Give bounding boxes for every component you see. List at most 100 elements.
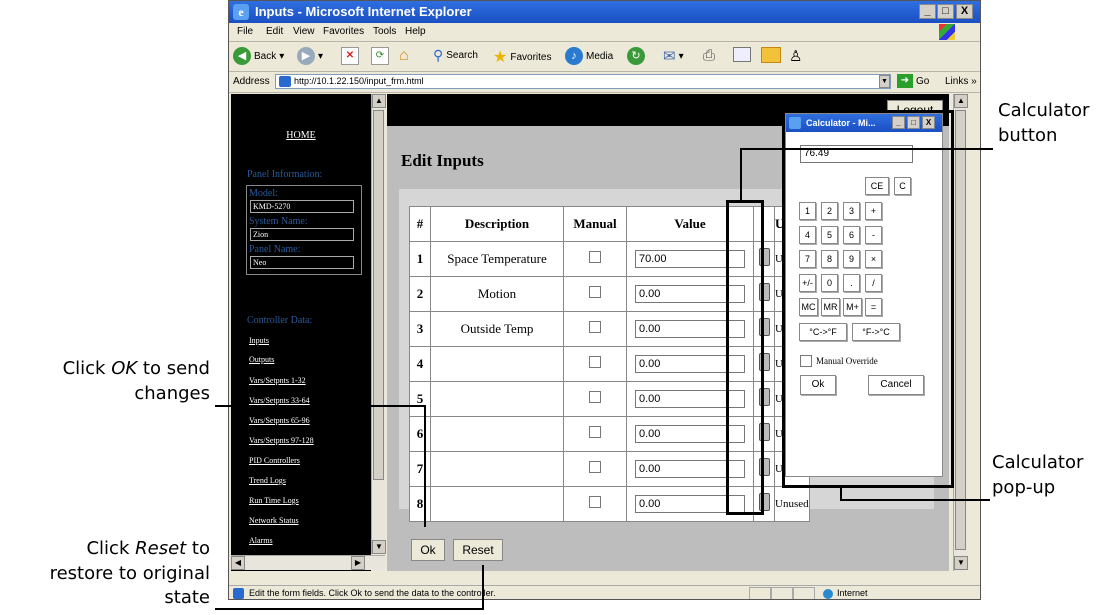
sidebar-hscrollbar[interactable]: ◀ ▶ xyxy=(231,555,385,570)
scroll-left-button[interactable]: ◀ xyxy=(231,556,245,570)
calc-button-caption-line2: button xyxy=(998,125,1058,146)
panel-name-label: Panel Name: xyxy=(249,244,301,255)
status-pane xyxy=(793,587,815,599)
address-label: Address xyxy=(233,76,270,87)
go-button[interactable]: ➜ Go xyxy=(897,74,929,88)
row-number: 4 xyxy=(409,346,431,382)
reset-callout-line xyxy=(482,565,484,610)
scroll-down-button[interactable]: ▼ xyxy=(372,540,386,554)
go-label: Go xyxy=(916,75,930,87)
col-description: Description xyxy=(430,206,564,242)
manual-checkbox[interactable] xyxy=(589,496,601,508)
sidebar-link-network-status[interactable]: Network Status xyxy=(249,516,299,525)
row-description: Space Temperature xyxy=(430,241,564,277)
favorites-label: Favorites xyxy=(510,51,552,63)
print-button[interactable]: ⎙ xyxy=(703,47,715,64)
calc-popup-caption-line2: pop-up xyxy=(992,477,1056,498)
sidebar-scrollbar[interactable]: ▲ ▼ xyxy=(371,94,386,554)
manual-checkbox[interactable] xyxy=(589,251,601,263)
row-description: Outside Temp xyxy=(430,311,564,347)
search-button[interactable]: ⚲ Search xyxy=(433,47,478,64)
row-number: 3 xyxy=(409,311,431,347)
home-link[interactable]: HOME xyxy=(231,130,371,141)
sidebar-link-trend-logs[interactable]: Trend Logs xyxy=(249,476,286,485)
sidebar-link-vars-65-96[interactable]: Vars/Setpnts 65-96 xyxy=(249,416,310,425)
menu-bar: File Edit View Favorites Tools Help xyxy=(229,23,980,42)
home-icon: ⌂ xyxy=(399,47,409,64)
model-value: KMD-5270 xyxy=(250,200,354,213)
ok-caption-line1: Click OK to send xyxy=(62,358,210,379)
menu-help[interactable]: Help xyxy=(405,26,426,37)
calculator-button-highlight xyxy=(726,200,764,515)
address-url: http://10.1.22.150/input_frm.html xyxy=(294,76,424,86)
address-input[interactable]: http://10.1.22.150/input_frm.html xyxy=(275,74,891,89)
title-bar: e Inputs - Microsoft Internet Explorer _… xyxy=(229,1,980,23)
manual-checkbox[interactable] xyxy=(589,391,601,403)
status-bar: Edit the form fields. Click Ok to send t… xyxy=(229,585,980,599)
forward-button[interactable]: ▶ ▾ xyxy=(297,47,323,65)
row-description xyxy=(430,451,564,487)
home-button[interactable]: ⌂ xyxy=(399,47,409,65)
folder-icon xyxy=(761,47,781,63)
reset-button[interactable]: Reset xyxy=(453,539,503,561)
scroll-up-button[interactable]: ▲ xyxy=(372,94,386,108)
manual-checkbox[interactable] xyxy=(589,426,601,438)
scroll-right-button[interactable]: ▶ xyxy=(351,556,365,570)
toolbar: ◀ Back ▾ ▶ ▾ ✕ ⟳ ⌂ ⚲ Search ★ Favorites ♪ … xyxy=(229,41,980,72)
manual-checkbox[interactable] xyxy=(589,321,601,333)
links-button[interactable]: Links » xyxy=(945,76,977,87)
edit-page-button[interactable] xyxy=(733,47,751,62)
media-button[interactable]: ♪ Media xyxy=(565,47,613,65)
refresh-button[interactable]: ⟳ xyxy=(371,47,389,65)
print-icon: ⎙ xyxy=(703,47,716,64)
history-button[interactable]: ↻ xyxy=(627,47,645,65)
ok-button[interactable]: Ok xyxy=(411,539,445,561)
menu-view[interactable]: View xyxy=(293,26,315,37)
menu-edit[interactable]: Edit xyxy=(266,26,283,37)
row-number: 1 xyxy=(409,241,431,277)
close-button[interactable]: X xyxy=(956,4,973,19)
address-dropdown[interactable]: ▼ xyxy=(879,75,890,88)
panel-info-box: Model: KMD-5270 System Name: Zion Panel … xyxy=(246,185,362,275)
favorites-button[interactable]: ★ Favorites xyxy=(493,47,551,67)
status-text: Edit the form fields. Click Ok to send t… xyxy=(249,588,496,598)
main-scroll-up-button[interactable]: ▲ xyxy=(954,94,968,108)
ok-callout-line xyxy=(215,405,425,407)
media-icon: ♪ xyxy=(565,47,583,65)
manual-checkbox[interactable] xyxy=(589,356,601,368)
sidebar-link-vars-97-128[interactable]: Vars/Setpnts 97-128 xyxy=(249,436,314,445)
sidebar-link-outputs[interactable]: Outputs xyxy=(249,355,274,364)
sidebar-frame: HOME Panel Information: Model: KMD-5270 … xyxy=(231,94,371,571)
sidebar-link-run-time-logs[interactable]: Run Time Logs xyxy=(249,496,299,505)
status-pane xyxy=(749,587,771,599)
window-title: Inputs - Microsoft Internet Explorer xyxy=(255,4,472,19)
main-scroll-down-button[interactable]: ▼ xyxy=(954,556,968,570)
sidebar-link-inputs[interactable]: Inputs xyxy=(249,336,269,345)
manual-checkbox[interactable] xyxy=(589,461,601,473)
manual-checkbox[interactable] xyxy=(589,286,601,298)
ie-logo-icon: e xyxy=(233,4,249,20)
search-label: Search xyxy=(446,50,478,61)
sidebar-link-alarms[interactable]: Alarms xyxy=(249,536,273,545)
stop-button[interactable]: ✕ xyxy=(341,47,359,65)
back-button[interactable]: ◀ Back ▾ xyxy=(233,47,284,65)
folder-button[interactable] xyxy=(761,47,781,63)
menu-file[interactable]: File xyxy=(237,26,253,37)
menu-favorites[interactable]: Favorites xyxy=(323,26,364,37)
messenger-button[interactable]: ♙ xyxy=(789,47,802,65)
mail-button[interactable]: ✉ ▾ xyxy=(663,47,684,65)
main-scroll-thumb[interactable] xyxy=(955,110,966,550)
internet-zone-icon xyxy=(823,589,833,599)
windows-flag-icon xyxy=(939,24,955,40)
go-arrow-icon: ➜ xyxy=(897,74,913,88)
sidebar-link-pid[interactable]: PID Controllers xyxy=(249,456,300,465)
calculator-popup-highlight xyxy=(782,110,954,488)
row-number: 2 xyxy=(409,276,431,312)
minimize-button[interactable]: _ xyxy=(919,4,936,19)
sidebar-link-vars-33-64[interactable]: Vars/Setpnts 33-64 xyxy=(249,396,310,405)
menu-tools[interactable]: Tools xyxy=(373,26,396,37)
scroll-thumb[interactable] xyxy=(373,110,384,480)
back-label: Back xyxy=(254,50,277,62)
maximize-button[interactable]: □ xyxy=(937,4,954,19)
sidebar-link-vars-1-32[interactable]: Vars/Setpnts 1-32 xyxy=(249,376,306,385)
